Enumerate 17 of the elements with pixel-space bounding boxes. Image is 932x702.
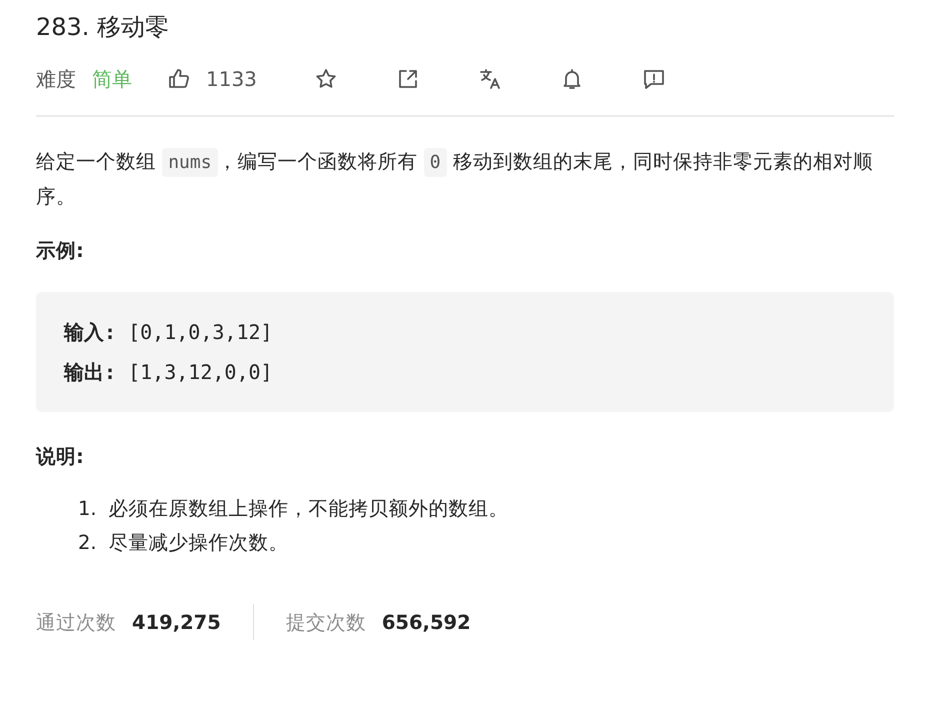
stat-value: 656,592 [382, 610, 471, 634]
list-number: 2. [78, 530, 97, 556]
difficulty-label: 难度 [36, 66, 76, 92]
list-number: 1. [78, 496, 97, 522]
note-text: 必须在原数组上操作，不能拷贝额外的数组。 [108, 496, 509, 522]
example-line: 输出: [1,3,12,0,0] [64, 359, 274, 386]
stat-label: 通过次数 [36, 610, 116, 636]
example-line: 输入: [0,1,0,3,12] [64, 319, 274, 346]
notes-heading: 说明: [36, 444, 85, 470]
problem-title: 283. 移动零 [36, 12, 170, 42]
description: 给定一个数组 nums ，编写一个函数将所有 0 移动到数组的末尾，同时保持非零元素的相对顺序。 [36, 147, 874, 210]
note-text: 尽量减少操作次数。 [108, 530, 289, 556]
stat-label: 提交次数 [286, 610, 366, 636]
example-heading: 示例: [36, 238, 85, 264]
difficulty-level: 简单 [92, 66, 132, 92]
like-count: 1133 [206, 67, 257, 91]
stat-value: 419,275 [132, 610, 221, 634]
